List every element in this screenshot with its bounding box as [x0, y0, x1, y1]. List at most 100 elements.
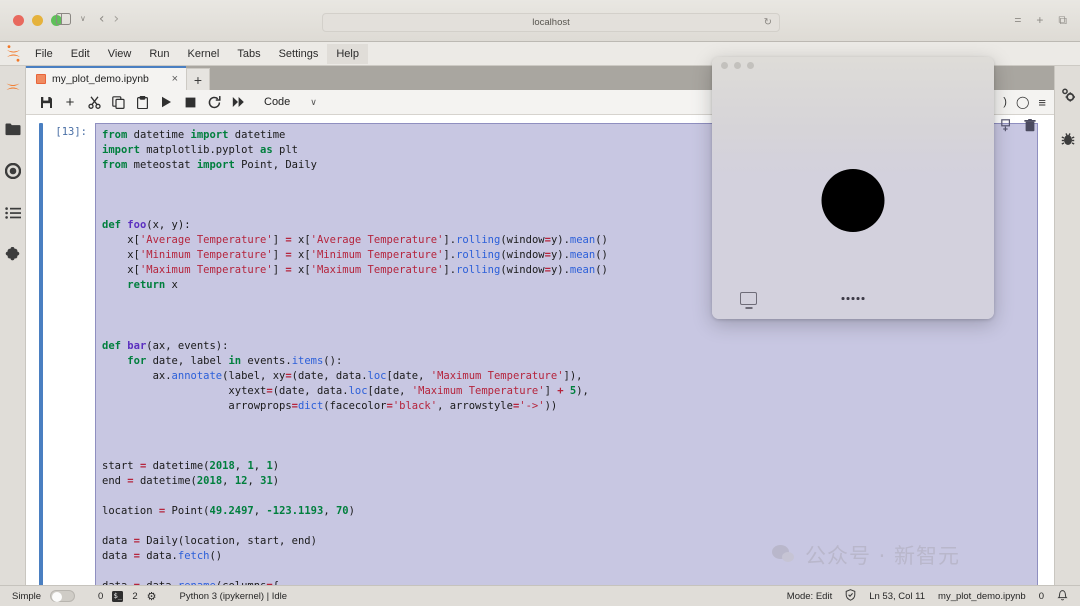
- table-of-contents-icon[interactable]: [4, 204, 22, 222]
- property-inspector-icon[interactable]: [1059, 86, 1077, 104]
- paste-cells-button[interactable]: [130, 91, 154, 113]
- share-icon[interactable]: =: [1014, 14, 1021, 26]
- chevron-down-icon[interactable]: ∨: [80, 15, 86, 23]
- terminal-count: 2: [132, 590, 138, 602]
- close-window-button[interactable]: [13, 15, 24, 26]
- overlay-titlebar[interactable]: [712, 57, 994, 73]
- code-line: start = datetime(2018, 1, 1): [102, 460, 280, 473]
- forward-button[interactable]: ›: [113, 12, 119, 26]
- overlay-close-icon[interactable]: [721, 61, 728, 69]
- menu-kernel[interactable]: Kernel: [179, 44, 229, 64]
- screen: ∨ ‹ › localhost ↻ = + ⧉ File Edit View R…: [0, 0, 1080, 606]
- kernel-sessions-icon[interactable]: ⚙: [147, 590, 157, 603]
- status-bar-left: Simple 0 $_ 2 ⚙ Python 3 (ipykernel) | I…: [12, 590, 287, 603]
- run-cell-button[interactable]: [154, 91, 178, 113]
- kernel-count: 0: [98, 590, 104, 602]
- code-line: ax.annotate(label, xy=(date, data.loc[da…: [102, 369, 583, 382]
- code-line: xytext=(date, data.loc[date, 'Maximum Te…: [102, 384, 589, 397]
- monitor-icon[interactable]: [740, 292, 757, 305]
- menu-file[interactable]: File: [26, 44, 62, 64]
- jupyter-logo-icon: [0, 45, 26, 62]
- kernel-name-text: ): [1003, 96, 1007, 108]
- kernel-idle-indicator-icon[interactable]: ◯: [1016, 95, 1029, 109]
- overlay-maximize-icon[interactable]: [747, 61, 754, 69]
- code-line: data = Daily(location, start, end): [102, 535, 317, 548]
- right-sidebar: [1054, 66, 1080, 585]
- tab-my-plot-demo[interactable]: my_plot_demo.ipynb ×: [26, 66, 186, 90]
- restart-run-all-button[interactable]: [226, 91, 250, 113]
- back-button[interactable]: ‹: [99, 12, 105, 26]
- running-kernels-icon[interactable]: [4, 162, 22, 180]
- cursor-position[interactable]: Ln 53, Col 11: [869, 591, 925, 602]
- cell-execution-count: [13]:: [55, 126, 87, 138]
- notification-count: 0: [1038, 590, 1044, 602]
- menu-view[interactable]: View: [99, 44, 141, 64]
- terminal-icon[interactable]: $_: [112, 590, 124, 602]
- code-line: end = datetime(2018, 12, 31): [102, 475, 280, 488]
- menu-help[interactable]: Help: [327, 43, 368, 64]
- overlay-progress-dots: [841, 297, 865, 300]
- notebook-toolbar-right: ) ◯ ≡: [1003, 95, 1046, 110]
- chevron-down-icon: ∨: [310, 96, 317, 107]
- jupyter-logo-icon: [4, 78, 22, 96]
- address-bar[interactable]: localhost ↻: [322, 13, 780, 32]
- code-line: for date, label in events.items():: [127, 354, 343, 367]
- browser-chrome: ∨ ‹ › localhost ↻ = + ⧉: [0, 0, 1080, 42]
- active-file-name: my_plot_demo.ipynb: [938, 590, 1026, 602]
- cell-type-select[interactable]: Code ∨: [258, 94, 323, 110]
- code-line: def bar(ax, events):: [102, 339, 229, 352]
- browser-nav-controls: ∨ ‹ ›: [56, 12, 119, 26]
- close-icon[interactable]: ×: [172, 73, 178, 85]
- cell-type-value: Code: [264, 96, 291, 108]
- save-button[interactable]: [34, 91, 58, 113]
- kernel-status-text[interactable]: Python 3 (ipykernel) | Idle: [180, 591, 288, 602]
- tab-label: my_plot_demo.ipynb: [52, 73, 149, 85]
- insert-cell-button[interactable]: +: [58, 91, 82, 113]
- extension-manager-icon[interactable]: [4, 246, 22, 264]
- simple-mode-toggle[interactable]: [50, 590, 76, 602]
- delete-cell-icon[interactable]: [1024, 119, 1036, 137]
- file-browser-icon[interactable]: [4, 120, 22, 138]
- status-bar: Simple 0 $_ 2 ⚙ Python 3 (ipykernel) | I…: [0, 585, 1080, 606]
- restart-kernel-button[interactable]: [202, 91, 226, 113]
- menu-settings[interactable]: Settings: [270, 44, 328, 64]
- overlay-minimize-icon[interactable]: [734, 61, 741, 69]
- show-tabs-icon[interactable]: ⧉: [1058, 14, 1067, 26]
- notebook-menu-icon[interactable]: ≡: [1038, 95, 1046, 110]
- overlay-footer: [712, 292, 994, 305]
- status-bar-right: Mode: Edit Ln 53, Col 11 my_plot_demo.ip…: [787, 588, 1068, 604]
- new-launcher-button[interactable]: +: [186, 68, 210, 90]
- sidebar-toggle-icon[interactable]: [56, 12, 71, 26]
- code-line: arrowprops=dict(facecolor='black', arrow…: [102, 399, 558, 412]
- browser-toolbar-right: = + ⧉: [1014, 14, 1067, 26]
- menu-run[interactable]: Run: [140, 44, 178, 64]
- notebook-file-icon: [36, 74, 46, 84]
- code-line: location = Point(49.2497, -123.1193, 70): [102, 505, 355, 518]
- notification-bell-icon[interactable]: [1057, 589, 1068, 604]
- code-line: data = data.fetch(): [102, 550, 223, 563]
- new-tab-icon[interactable]: +: [1036, 14, 1043, 26]
- menu-edit[interactable]: Edit: [62, 44, 99, 64]
- left-activity-bar: [0, 66, 26, 585]
- reload-icon[interactable]: ↻: [764, 17, 772, 28]
- trusted-shield-icon[interactable]: [845, 588, 856, 604]
- window-traffic-lights[interactable]: [13, 15, 62, 26]
- cut-cells-button[interactable]: [82, 91, 106, 113]
- url-text: localhost: [532, 17, 570, 28]
- copy-cells-button[interactable]: [106, 91, 130, 113]
- minimize-window-button[interactable]: [32, 15, 43, 26]
- screen-share-preview-window[interactable]: [712, 57, 994, 319]
- interrupt-kernel-button[interactable]: [178, 91, 202, 113]
- duplicate-cell-icon[interactable]: [1001, 119, 1014, 137]
- recording-indicator-circle: [821, 169, 885, 232]
- menu-tabs[interactable]: Tabs: [228, 44, 269, 64]
- debugger-icon[interactable]: [1059, 130, 1077, 148]
- cell-action-toolbar: [1001, 119, 1036, 137]
